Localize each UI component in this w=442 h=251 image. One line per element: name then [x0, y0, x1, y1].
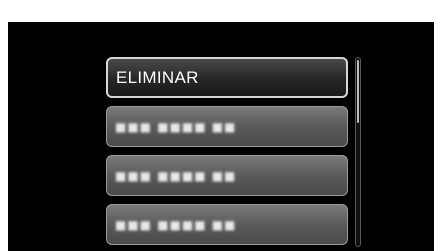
- scrollbar-thumb[interactable]: [357, 60, 359, 123]
- scrollbar[interactable]: [355, 57, 361, 247]
- menu-item-label: ELIMINAR: [116, 67, 199, 87]
- menu-item-2[interactable]: ■■■ ■■■■ ■■: [106, 106, 348, 147]
- menu-item-4[interactable]: ■■■ ■■■■ ■■: [106, 204, 348, 245]
- menu-item-eliminar[interactable]: ELIMINAR: [106, 57, 348, 98]
- menu-item-label: ■■■ ■■■■ ■■: [115, 168, 237, 183]
- menu-item-3[interactable]: ■■■ ■■■■ ■■: [106, 155, 348, 196]
- menu-item-label: ■■■ ■■■■ ■■: [115, 217, 237, 232]
- camera-screen: ELIMINAR ■■■ ■■■■ ■■ ■■■ ■■■■ ■■ ■■■ ■■■…: [8, 22, 434, 251]
- menu-item-label: ■■■ ■■■■ ■■: [115, 119, 237, 134]
- menu-list: ELIMINAR ■■■ ■■■■ ■■ ■■■ ■■■■ ■■ ■■■ ■■■…: [106, 57, 348, 251]
